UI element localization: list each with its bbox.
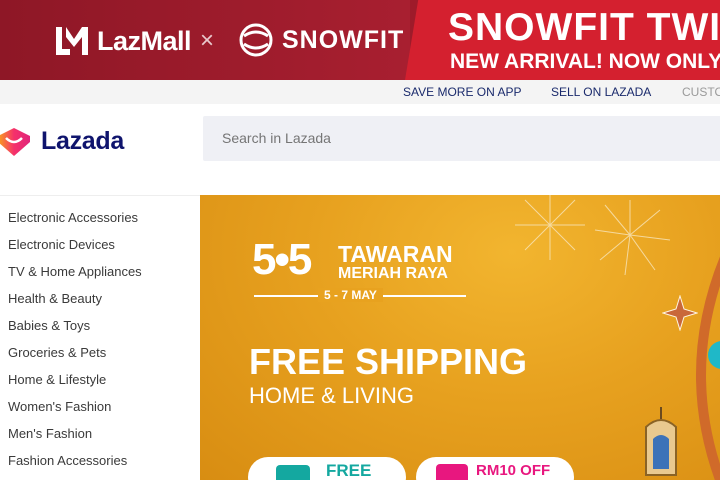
collab-times-sign: ×: [200, 27, 215, 54]
sidebar-item-electronic-accessories[interactable]: Electronic Accessories: [8, 210, 138, 225]
free-shipping-pill: FREE: [248, 457, 406, 480]
sidebar-item-health-beauty[interactable]: Health & Beauty: [8, 291, 102, 306]
crescent-arc-decoration: [696, 256, 720, 480]
sidebar-item-babies-toys[interactable]: Babies & Toys: [8, 318, 90, 333]
hero-carousel-banner[interactable]: 5•5 TAWARAN MERIAH RAYA 5 - 7 MAY FREE S…: [200, 195, 720, 480]
sidebar-item-groceries-pets[interactable]: Groceries & Pets: [8, 345, 106, 360]
hero-date-text: 5 - 7 MAY: [318, 288, 383, 302]
lazmall-promo-banner[interactable]: LazMall × SNOWFIT SNOWFIT TWIN NEW ARRIV…: [0, 0, 720, 80]
truck-icon: [276, 465, 310, 480]
lazmall-wordmark: LazMall: [97, 26, 192, 56]
sell-on-lazada-link[interactable]: SELL ON LAZADA: [551, 85, 651, 99]
lazada-heart-logo-icon[interactable]: [0, 128, 34, 158]
hero-free-shipping-text: FREE SHIPPING: [249, 341, 528, 382]
sidebar-item-home-lifestyle[interactable]: Home & Lifestyle: [8, 372, 106, 387]
snowfit-logo-icon: [239, 23, 273, 57]
voucher-icon: [436, 464, 468, 480]
hero-tawaran-text: TAWARAN: [338, 241, 453, 267]
free-pill-label: FREE: [326, 461, 372, 480]
site-header: Lazada Search in Lazada: [0, 104, 720, 176]
save-more-on-app-link[interactable]: SAVE MORE ON APP: [403, 85, 521, 99]
utility-bar: SAVE MORE ON APP SELL ON LAZADA CUSTO: [0, 80, 720, 104]
sidebar-item-womens-fashion[interactable]: Women's Fashion: [8, 399, 111, 414]
sidebar-item-fashion-accessories[interactable]: Fashion Accessories: [8, 453, 127, 468]
hero-meriah-raya-text: MERIAH RAYA: [338, 265, 448, 282]
lazada-wordmark[interactable]: Lazada: [41, 127, 124, 156]
rm10-off-pill: RM10 OFF: [416, 457, 574, 480]
search-input[interactable]: Search in Lazada: [203, 116, 720, 161]
sidebar-item-mens-fashion[interactable]: Men's Fashion: [8, 426, 92, 441]
lantern-decoration-icon: [645, 407, 677, 476]
sidebar-item-tv-home-appliances[interactable]: TV & Home Appliances: [8, 264, 142, 279]
sidebar-item-electronic-devices[interactable]: Electronic Devices: [8, 237, 115, 252]
customer-care-link[interactable]: CUSTO: [682, 85, 720, 99]
lazmall-logo-icon: [56, 27, 88, 55]
snowfit-wordmark: SNOWFIT: [282, 26, 405, 54]
fireworks-decoration: [515, 195, 671, 276]
search-placeholder: Search in Lazada: [222, 130, 331, 146]
hero-home-living-text: HOME & LIVING: [249, 383, 415, 408]
promo-subline: NEW ARRIVAL! NOW ONLY R: [450, 50, 720, 73]
promo-headline: SNOWFIT TWIN: [448, 6, 720, 49]
category-sidebar: Electronic Accessories Electronic Device…: [0, 195, 200, 480]
rm10-pill-label: RM10 OFF: [476, 462, 551, 479]
hero-55-title: 5•5: [252, 235, 312, 284]
